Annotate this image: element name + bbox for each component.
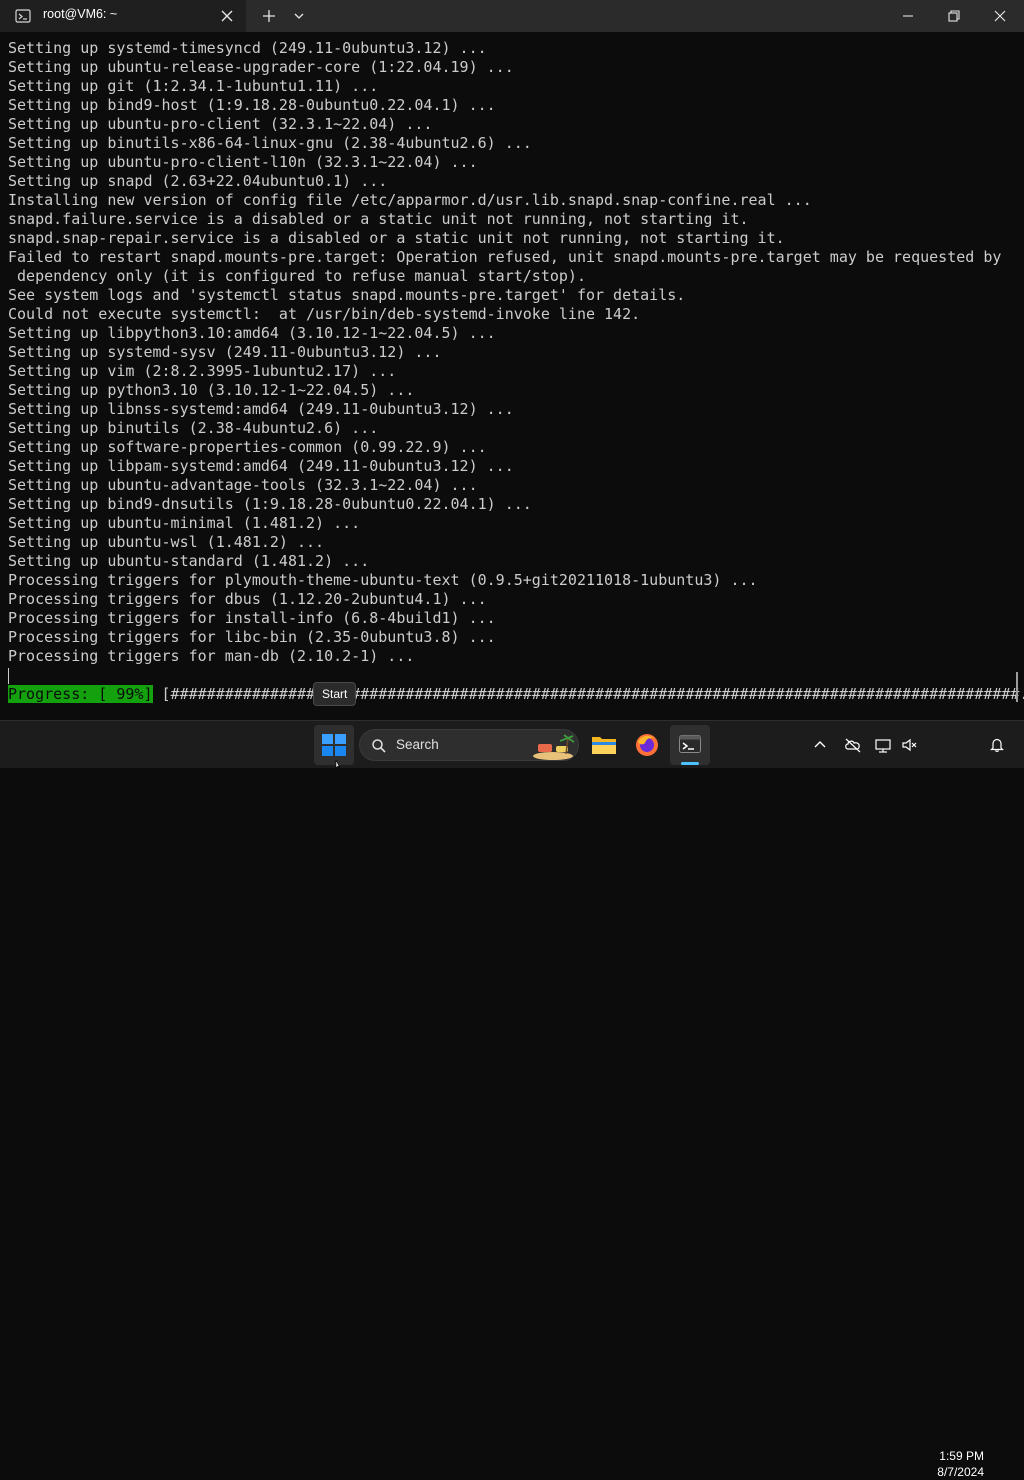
title-bar: root@VM6: ~	[0, 0, 1024, 32]
terminal-line: Setting up binutils (2.38-4ubuntu2.6) ..…	[8, 419, 1001, 438]
terminal-line: Setting up ubuntu-standard (1.481.2) ...	[8, 552, 1001, 571]
progress-label: Progress: [ 99%]	[8, 685, 153, 703]
close-icon[interactable]	[992, 8, 1008, 24]
terminal-line: Setting up software-properties-common (0…	[8, 438, 1001, 457]
firefox-icon	[635, 733, 659, 757]
terminal-line: Setting up binutils-x86-64-linux-gnu (2.…	[8, 134, 1001, 153]
plus-icon[interactable]	[261, 8, 277, 24]
terminal-line: Setting up ubuntu-advantage-tools (32.3.…	[8, 476, 1001, 495]
search-placeholder: Search	[396, 737, 439, 752]
mouse-pointer-icon	[335, 760, 345, 768]
progress-bar: [#######################################…	[153, 685, 1024, 703]
terminal-line: Setting up libnss-systemd:amd64 (249.11-…	[8, 400, 1001, 419]
network-icon[interactable]	[875, 737, 891, 753]
terminal-lines: Setting up systemd-timesyncd (249.11-0ub…	[8, 39, 1001, 685]
system-clock[interactable]: 1:59 PM 8/7/2024	[924, 1448, 984, 1480]
terminal-line: Setting up vim (2:8.2.3995-1ubuntu2.17) …	[8, 362, 1001, 381]
start-tooltip: Start	[313, 682, 356, 706]
terminal-line: Processing triggers for libc-bin (2.35-0…	[8, 628, 1001, 647]
terminal-line: Setting up git (1:2.34.1-1ubuntu1.11) ..…	[8, 77, 1001, 96]
terminal-line: Setting up libpython3.10:amd64 (3.10.12-…	[8, 324, 1001, 343]
terminal-line: dependency only (it is configured to ref…	[8, 267, 1001, 286]
terminal-line: Processing triggers for plymouth-theme-u…	[8, 571, 1001, 590]
taskbar: Search	[0, 720, 1024, 768]
terminal-icon	[15, 8, 31, 24]
terminal-line: Installing new version of config file /e…	[8, 191, 1001, 210]
terminal-output[interactable]: Setting up systemd-timesyncd (249.11-0ub…	[0, 32, 1024, 720]
terminal-app-icon	[679, 735, 701, 755]
file-explorer-button[interactable]	[584, 725, 624, 765]
terminal-line: Processing triggers for dbus (1.12.20-2u…	[8, 590, 1001, 609]
terminal-line: Processing triggers for man-db (2.10.2-1…	[8, 647, 1001, 666]
cloud-off-icon[interactable]	[844, 737, 862, 753]
taskbar-search[interactable]: Search	[359, 729, 579, 761]
tab-title: root@VM6: ~	[43, 7, 117, 21]
active-app-indicator	[681, 762, 699, 765]
windows-start-icon	[322, 734, 346, 756]
terminal-line: Processing triggers for install-info (6.…	[8, 609, 1001, 628]
close-icon[interactable]	[219, 8, 235, 24]
clock-time: 1:59 PM	[924, 1448, 984, 1464]
volume-muted-icon[interactable]	[901, 737, 917, 753]
progress-row: Progress: [ 99%] [######################…	[8, 685, 1024, 704]
maximize-icon[interactable]	[946, 8, 962, 24]
firefox-button[interactable]	[627, 725, 667, 765]
terminal-line: Setting up python3.10 (3.10.12-1~22.04.5…	[8, 381, 1001, 400]
search-highlight-icon	[530, 732, 576, 760]
bell-icon[interactable]	[989, 737, 1005, 753]
minimize-icon[interactable]	[900, 8, 916, 24]
terminal-cursor-line	[8, 666, 1001, 685]
folder-icon	[591, 734, 617, 756]
terminal-line: snapd.snap-repair.service is a disabled …	[8, 229, 1001, 248]
terminal-line: Setting up ubuntu-wsl (1.481.2) ...	[8, 533, 1001, 552]
scrollbar[interactable]	[1016, 672, 1018, 702]
terminal-line: Setting up bind9-host (1:9.18.28-0ubuntu…	[8, 96, 1001, 115]
terminal-line: Setting up bind9-dnsutils (1:9.18.28-0ub…	[8, 495, 1001, 514]
terminal-line: Setting up systemd-timesyncd (249.11-0ub…	[8, 39, 1001, 58]
terminal-line: See system logs and 'systemctl status sn…	[8, 286, 1001, 305]
chevron-up-icon[interactable]	[812, 737, 828, 753]
text-cursor	[8, 668, 9, 684]
terminal-line: Failed to restart snapd.mounts-pre.targe…	[8, 248, 1001, 267]
start-button[interactable]	[314, 725, 354, 765]
terminal-line: Setting up ubuntu-release-upgrader-core …	[8, 58, 1001, 77]
search-icon	[371, 738, 387, 754]
terminal-line: Setting up systemd-sysv (249.11-0ubuntu3…	[8, 343, 1001, 362]
terminal-line: Setting up libpam-systemd:amd64 (249.11-…	[8, 457, 1001, 476]
terminal-line: Setting up ubuntu-minimal (1.481.2) ...	[8, 514, 1001, 533]
tab-root-vm6[interactable]: root@VM6: ~	[0, 0, 246, 32]
terminal-button[interactable]	[670, 725, 710, 765]
terminal-line: Setting up snapd (2.63+22.04ubuntu0.1) .…	[8, 172, 1001, 191]
terminal-line: Setting up ubuntu-pro-client-l10n (32.3.…	[8, 153, 1001, 172]
terminal-line: snapd.failure.service is a disabled or a…	[8, 210, 1001, 229]
terminal-line: Setting up ubuntu-pro-client (32.3.1~22.…	[8, 115, 1001, 134]
terminal-line: Could not execute systemctl: at /usr/bin…	[8, 305, 1001, 324]
chevron-down-icon[interactable]	[291, 8, 307, 24]
clock-date: 8/7/2024	[924, 1464, 984, 1480]
